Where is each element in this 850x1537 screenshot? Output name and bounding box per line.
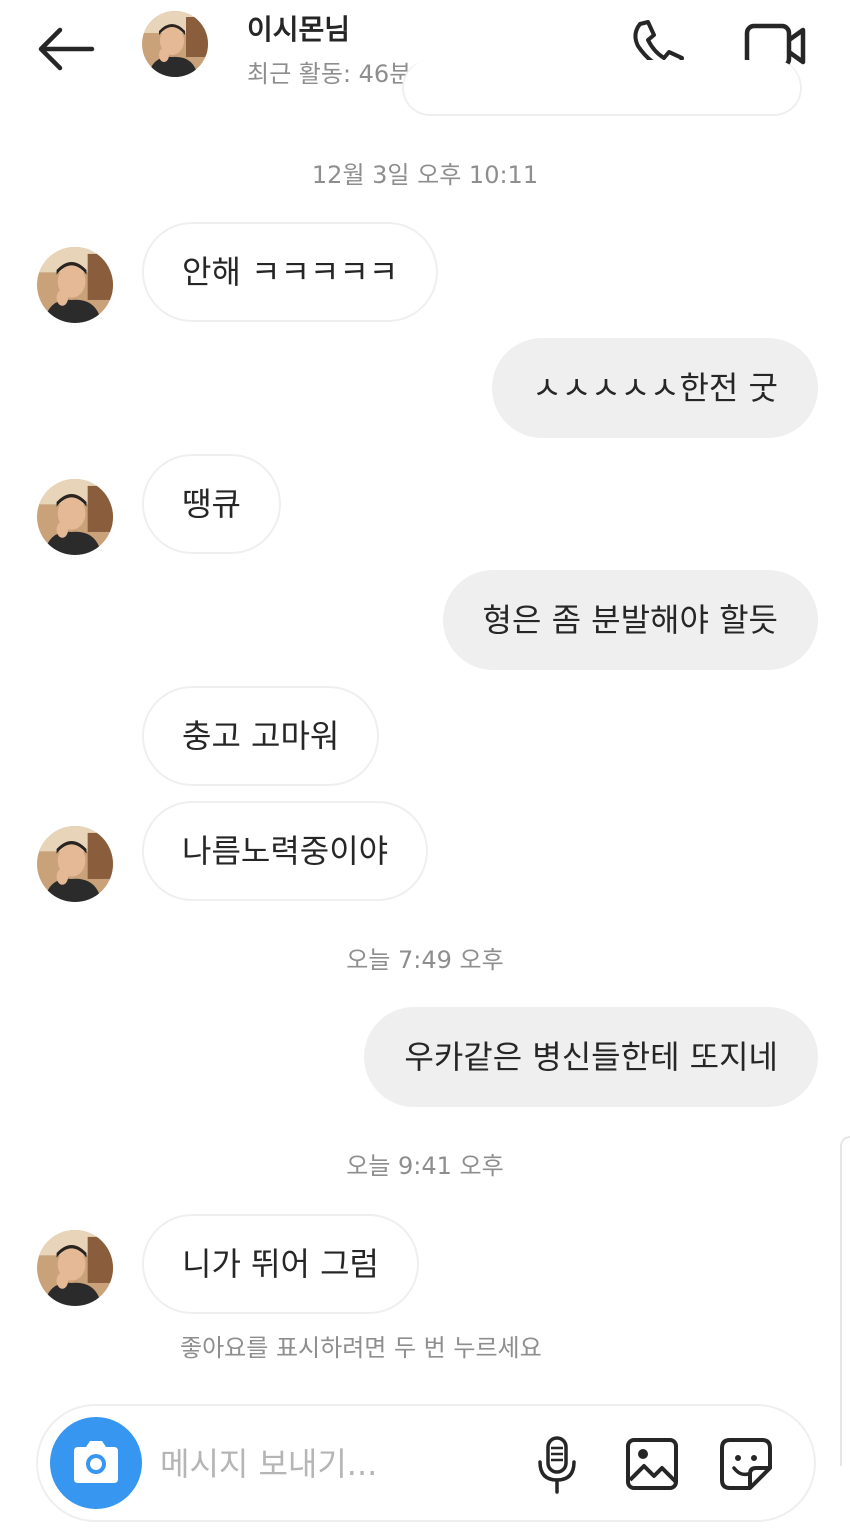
scrollbar[interactable] xyxy=(840,1136,850,1466)
camera-icon xyxy=(74,1441,118,1483)
avatar[interactable] xyxy=(37,826,113,902)
gallery-button[interactable] xyxy=(624,1436,680,1492)
avatar[interactable] xyxy=(37,1230,113,1306)
arrow-left-icon xyxy=(38,27,95,71)
received-message[interactable]: 나름노력중이야 xyxy=(142,801,429,901)
contact-avatar[interactable] xyxy=(142,11,208,77)
sent-message[interactable]: 우카같은 병신들한테 또지네 xyxy=(364,1007,818,1107)
camera-button[interactable] xyxy=(50,1417,142,1509)
avatar[interactable] xyxy=(37,247,113,323)
microphone-icon xyxy=(538,1436,576,1494)
previous-message-bubble xyxy=(402,60,802,116)
message-timestamp: 오늘 7:49 오후 xyxy=(346,946,504,974)
received-message[interactable]: 안해 ㅋㅋㅋㅋㅋ xyxy=(142,222,439,322)
message-timestamp: 오늘 9:41 오후 xyxy=(346,1152,504,1180)
contact-name[interactable]: 이시몬님 xyxy=(247,8,350,48)
received-message[interactable]: 땡큐 xyxy=(142,454,281,554)
image-icon xyxy=(626,1438,678,1490)
back-button[interactable] xyxy=(36,26,96,72)
received-message[interactable]: 니가 뛰어 그럼 xyxy=(142,1214,419,1314)
sent-message[interactable]: ㅅㅅㅅㅅㅅ한전 굿 xyxy=(492,338,818,438)
message-composer xyxy=(36,1404,816,1522)
message-timestamp: 12월 3일 오후 10:11 xyxy=(311,161,539,189)
double-tap-like-hint: 좋아요를 표시하려면 두 번 누르세요 xyxy=(180,1334,542,1362)
received-message[interactable]: 충고 고마워 xyxy=(142,686,380,786)
voice-message-button[interactable] xyxy=(534,1434,580,1496)
sent-message[interactable]: 형은 좀 분발해야 할듯 xyxy=(442,570,818,670)
message-input[interactable] xyxy=(160,1436,500,1492)
sticker-button[interactable] xyxy=(718,1436,774,1492)
avatar[interactable] xyxy=(37,479,113,555)
sticker-icon xyxy=(720,1438,772,1490)
